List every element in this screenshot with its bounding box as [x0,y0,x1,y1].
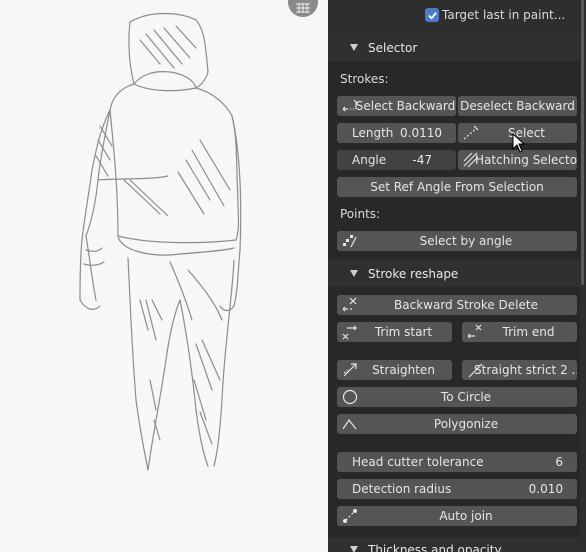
checkmark-icon [427,11,437,20]
head-cutter-label: Head cutter tolerance [352,455,484,469]
set-ref-angle-label: Set Ref Angle From Selection [370,180,544,194]
head-cutter-tolerance-field[interactable]: Head cutter tolerance 6 [337,452,577,472]
polygon-icon [342,418,357,430]
straight-strict-button[interactable]: Straight strict 2 ... [462,360,577,380]
select-backward-icon [342,99,357,112]
properties-panel: Target last in paint... Selector Strokes… [328,0,586,552]
thickness-opacity-header[interactable]: Thickness and opacity [328,537,580,552]
to-circle-label: To Circle [440,390,492,404]
stroke-reshape-header[interactable]: Stroke reshape [328,261,580,287]
angle-label: Angle [352,153,387,167]
set-ref-angle-row: Set Ref Angle From Selection [337,177,577,197]
collapse-triangle-icon [350,44,358,51]
to-circle-button[interactable]: To Circle [337,387,577,407]
panel-scrollbar[interactable] [581,0,584,285]
selector-header-label: Selector [368,41,418,55]
trim-end-label: Trim end [502,325,555,339]
auto-join-icon [343,509,357,523]
figure-sketch [79,12,242,471]
grid-icon [296,3,310,13]
trim-start-button[interactable]: Trim start [337,322,452,342]
trim-end-button[interactable]: Trim end [462,322,577,342]
stroke-reshape-header-label: Stroke reshape [368,267,459,281]
polygonize-row: Polygonize [337,414,577,434]
straighten-row: Straighten Straight strict 2 ... [337,360,577,380]
backward-stroke-delete-label: Backward Stroke Delete [394,298,538,312]
deselect-backward-button[interactable]: Deselect Backward [458,96,577,116]
polygonize-button[interactable]: Polygonize [337,414,577,434]
backward-stroke-delete-button[interactable]: Backward Stroke Delete [337,295,577,315]
select-by-angle-icon [343,235,357,248]
straighten-label: Straighten [372,363,435,377]
auto-join-button[interactable]: Auto join [337,506,577,526]
head-cutter-row: Head cutter tolerance 6 [337,452,577,472]
straighten-icon [343,363,357,377]
stroke-select-icon [463,125,479,140]
thickness-opacity-header-label: Thickness and opacity [368,543,502,552]
collapse-triangle-icon [350,546,358,552]
length-value: 0.0110 [400,126,442,140]
select-backward-button[interactable]: Select Backward [337,96,456,116]
detection-radius-label: Detection radius [352,482,452,496]
auto-join-row: Auto join [337,506,577,526]
select-by-angle-label: Select by angle [419,234,513,248]
length-row: Length 0.0110 Select [337,123,577,143]
hatching-icon [463,152,479,168]
straight-line-icon [468,363,483,378]
viewport-canvas[interactable] [0,0,328,552]
mouse-cursor-icon [512,133,526,153]
select-by-angle-button[interactable]: Select by angle [337,231,577,251]
select-backward-row: Select Backward Deselect Backward [337,96,577,116]
selector-header[interactable]: Selector [328,35,580,61]
set-ref-angle-button[interactable]: Set Ref Angle From Selection [337,177,577,197]
detection-radius-field[interactable]: Detection radius 0.010 [337,479,577,499]
straighten-button[interactable]: Straighten [337,360,452,380]
target-last-checkbox[interactable] [425,8,439,22]
length-field[interactable]: Length 0.0110 [337,123,456,143]
select-backward-label: Select Backward [355,99,456,113]
angle-row: Angle -47 Hatching Selector [337,150,577,170]
auto-join-label: Auto join [439,509,493,523]
collapse-triangle-icon [350,270,358,277]
angle-value: -47 [412,153,432,167]
angle-field[interactable]: Angle -47 [337,150,456,170]
trim-start-label: Trim start [374,325,433,339]
polygonize-label: Polygonize [433,417,499,431]
strokes-label: Strokes: [340,72,389,86]
select-by-angle-row: Select by angle [337,231,577,251]
length-label: Length [352,126,394,140]
points-label: Points: [340,207,381,221]
to-circle-row: To Circle [337,387,577,407]
straight-strict-label: Straight strict 2 ... [474,363,577,377]
detection-radius-row: Detection radius 0.010 [337,479,577,499]
head-cutter-value: 6 [555,455,563,469]
hatching-selector-button[interactable]: Hatching Selector [458,150,577,170]
target-last-label: Target last in paint... [442,8,566,22]
backward-delete-icon [342,297,357,312]
detection-radius-value: 0.010 [528,482,563,496]
trim-end-icon [467,324,482,339]
hatching-selector-label: Hatching Selector [475,153,577,167]
circle-icon [342,389,358,405]
trim-row: Trim start Trim end [337,322,577,342]
backward-delete-row: Backward Stroke Delete [337,295,577,315]
deselect-backward-label: Deselect Backward [460,99,575,113]
trim-start-icon [342,325,357,340]
